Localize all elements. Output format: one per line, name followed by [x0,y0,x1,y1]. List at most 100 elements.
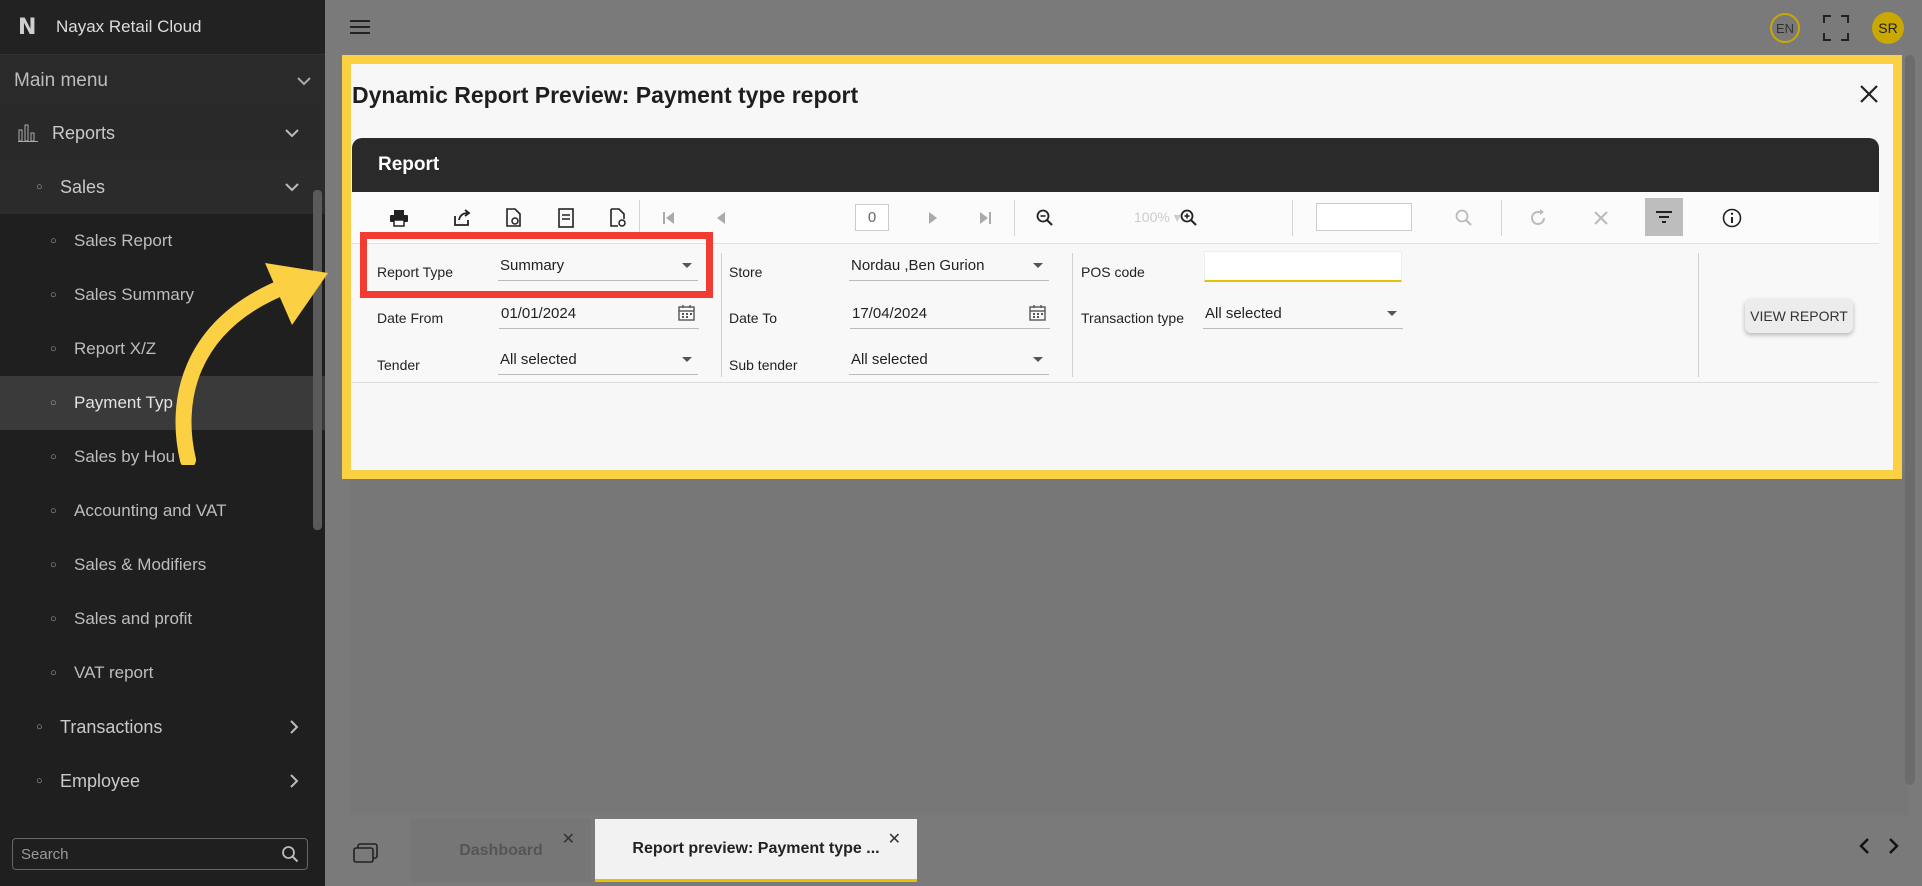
transaction-type-label: Transaction type [1081,310,1184,326]
zoom-out-button[interactable] [1032,205,1058,231]
dropdown-caret-icon [1033,263,1043,268]
info-icon [1722,208,1742,228]
next-icon [929,212,937,224]
toolbar-divider [1501,200,1502,236]
view-report-button[interactable]: VIEW REPORT [1745,299,1853,333]
parameters-toggle-button[interactable] [1645,198,1683,236]
chevron-down-icon [285,129,299,138]
close-icon[interactable]: ✕ [888,829,901,849]
chevron-right-icon[interactable] [1888,837,1900,855]
chevron-left-icon[interactable] [1858,837,1870,855]
chevron-down-icon [285,183,299,192]
export-document-button[interactable] [501,205,527,231]
sidebar-item-accounting-vat[interactable]: ○ Accounting and VAT [0,484,325,538]
document-search-icon [506,208,521,227]
store-value: Nordau ,Ben Gurion [851,257,985,274]
bullet-icon: ○ [50,559,57,571]
main-menu-toggle[interactable]: Main menu [0,54,325,106]
fullscreen-icon[interactable] [1822,14,1850,42]
sub-tender-value: All selected [851,351,928,368]
print-button[interactable] [386,205,412,231]
print-icon [390,210,408,227]
sidebar-item-transactions[interactable]: ○ Transactions [0,700,325,754]
export-button[interactable] [449,205,475,231]
calendar-icon[interactable] [1029,304,1046,321]
search-icon[interactable] [281,845,299,863]
document-settings-button[interactable] [605,205,631,231]
bullet-icon: ○ [36,721,43,733]
tab-label: Report preview: Payment type ... [632,840,880,857]
sub-tender-label: Sub tender [729,357,798,373]
sidebar-item-label: Sales Report [74,231,173,250]
previous-icon [717,212,725,224]
first-page-icon [663,212,674,224]
sidebar-item-sales[interactable]: ○ Sales [0,160,325,214]
info-button[interactable] [1719,205,1745,231]
close-icon[interactable]: ✕ [562,829,575,849]
zoom-in-button[interactable] [1176,205,1202,231]
chevron-right-icon [290,774,299,788]
date-to-field[interactable]: 17/04/2024 [850,299,1050,329]
sidebar-item-sales-profit[interactable]: ○ Sales and profit [0,592,325,646]
param-divider [1072,253,1073,377]
toolbar-divider [1014,200,1015,236]
bullet-icon: ○ [50,289,57,301]
tender-value: All selected [500,351,577,368]
sidebar-item-label: Sales and profit [74,609,193,628]
transaction-type-value: All selected [1205,305,1282,322]
page-number-input[interactable]: 0 [855,204,889,231]
modal-title: Dynamic Report Preview: Payment type rep… [352,82,859,108]
sub-tender-select[interactable]: All selected [849,345,1049,375]
page-scrollbar[interactable] [1905,55,1915,785]
sidebar-item-label: Transactions [60,716,163,737]
main-menu-label: Main menu [14,69,108,91]
sidebar-item-label: VAT report [74,663,154,682]
pos-code-input[interactable] [1204,251,1402,282]
share-icon [454,209,471,226]
date-to-value: 17/04/2024 [852,305,928,322]
find-button[interactable] [1451,205,1477,231]
bullet-icon: ○ [36,181,43,193]
toolbar-divider [639,200,640,236]
date-from-field[interactable]: 01/01/2024 [499,299,699,329]
bullet-icon: ○ [50,397,57,409]
page-setup-button[interactable] [553,205,579,231]
refresh-button[interactable] [1525,205,1551,231]
tender-select[interactable]: All selected [498,345,698,375]
next-page-button[interactable] [920,205,946,231]
cancel-button[interactable] [1588,205,1614,231]
tab-report-preview[interactable]: Report preview: Payment type ... ✕ [595,819,917,882]
avatar[interactable]: SR [1872,12,1904,44]
bullet-icon: ○ [50,343,57,355]
bullet-icon: ○ [50,505,57,517]
language-button[interactable]: EN [1770,13,1800,43]
transaction-type-select[interactable]: All selected [1203,299,1403,329]
sidebar-item-label: Sales [60,176,106,197]
sidebar-item-employee[interactable]: ○ Employee [0,754,325,808]
sidebar-item-sales-modifiers[interactable]: ○ Sales & Modifiers [0,538,325,592]
search-icon [1455,209,1472,226]
find-text-input[interactable] [1316,203,1412,231]
zoom-select[interactable]: 100% ▾ [1134,209,1181,226]
store-select[interactable]: Nordau ,Ben Gurion [849,251,1049,281]
filter-icon [1656,211,1672,223]
sidebar-item-label: Payment Typ [74,393,173,412]
workspace-background [350,470,1908,815]
search-input[interactable] [21,845,271,863]
tab-dashboard[interactable]: Dashboard ✕ [411,819,591,882]
close-icon[interactable] [1859,84,1879,104]
first-page-button[interactable] [656,205,682,231]
hamburger-icon[interactable] [349,18,371,36]
bullet-icon: ○ [50,235,57,247]
report-header: Report [352,138,1879,192]
sidebar-item-reports[interactable]: Reports [0,106,325,160]
calendar-icon[interactable] [678,304,695,321]
sidebar-item-vat-report[interactable]: ○ VAT report [0,646,325,700]
previous-page-button[interactable] [708,205,734,231]
last-page-button[interactable] [972,205,998,231]
date-from-label: Date From [377,310,444,326]
windows-icon[interactable] [353,843,379,865]
chevron-right-icon [290,720,299,734]
tab-scroll-arrows [1858,837,1900,855]
nayax-logo-icon: N [18,14,37,40]
